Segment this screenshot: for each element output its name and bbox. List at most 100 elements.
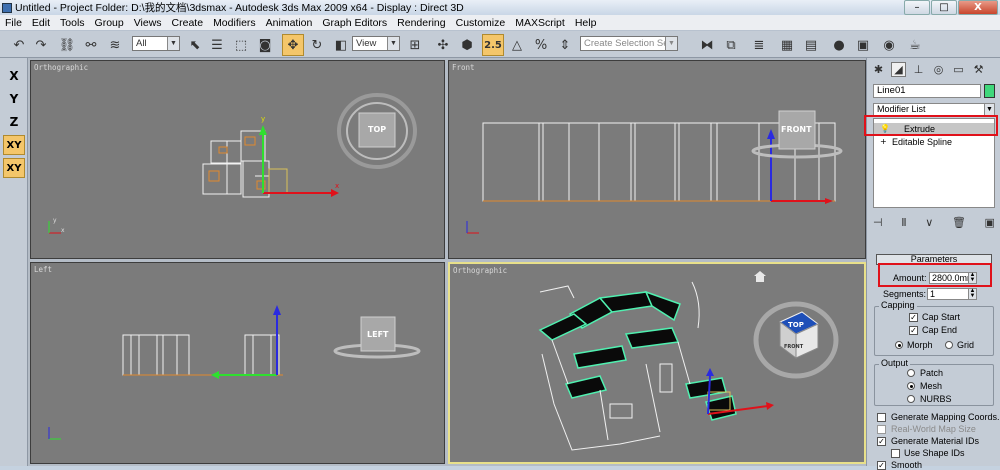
make-unique-icon[interactable]: ∨ [925,216,933,232]
motion-tab-icon[interactable]: ◎ [931,62,946,77]
schematic-view-icon[interactable]: ▤ [800,34,822,56]
keyboard-shortcut-icon[interactable]: ⬢ [456,34,478,56]
cap-start-checkbox[interactable]: ✓ [909,313,918,322]
bind-space-warp-icon[interactable]: ≋ [104,34,126,56]
patch-radio[interactable] [907,369,915,377]
curve-editor-icon[interactable]: ▦ [776,34,798,56]
rect-selection-icon[interactable]: ⬚ [230,34,252,56]
viewport-top-left[interactable]: Orthographic x y y x TOP [30,60,445,259]
title-bar: Untitled - Project Folder: D:\我的文档\3dsma… [0,0,1000,15]
axis-x-button[interactable]: X [3,66,25,86]
modify-tab-icon[interactable]: ◢ [891,62,906,77]
named-selection-set-input[interactable]: Create Selection Set ▼ [580,36,678,51]
axis-xy-flyout-button[interactable]: XY [3,158,25,178]
segments-spinner[interactable]: 1 ▲ ▼ [927,288,977,300]
gen-material-checkbox[interactable]: ✓ [877,437,886,446]
render-frame-icon[interactable]: ◉ [878,34,900,56]
percent-snap-icon[interactable]: % [530,34,552,56]
view-cube-top-label[interactable]: TOP [788,321,804,329]
align-icon[interactable]: ⧉ [720,34,742,56]
viewport-scene [48,305,421,440]
menu-rendering[interactable]: Rendering [392,17,450,29]
menu-views[interactable]: Views [129,17,167,29]
menu-create[interactable]: Create [167,17,209,29]
axis-y-button[interactable]: Y [3,89,25,109]
grid-radio[interactable] [945,341,953,349]
material-editor-icon[interactable]: ● [828,34,850,56]
window-crossing-icon[interactable]: ◙ [254,34,276,56]
nurbs-radio[interactable] [907,395,915,403]
menu-group[interactable]: Group [90,17,129,29]
view-cube-face-label[interactable]: FRONT [781,125,812,134]
select-manipulate-icon[interactable]: ✣ [432,34,454,56]
menu-maxscript[interactable]: MAXScript [510,17,570,29]
expand-plus-icon[interactable]: + [880,138,888,146]
view-cube-face-label[interactable]: TOP [368,125,386,134]
select-by-name-icon[interactable]: ☰ [206,34,228,56]
mirror-icon[interactable]: ⧓ [696,34,718,56]
reference-coord-dropdown[interactable]: View ▼ [352,36,400,51]
viewport-scene: x y y x [48,93,417,234]
close-button[interactable]: X [958,0,998,15]
gen-mapping-label: Generate Mapping Coords. [891,412,1000,422]
pin-stack-icon[interactable]: ⊣ [873,216,883,232]
viewport-area: Orthographic x y y x TOP Front FRONT Lef… [28,58,866,466]
show-end-result-icon[interactable]: Ⅱ [901,216,906,232]
viewport-scene [466,110,843,234]
remove-modifier-icon[interactable]: 🗑 [952,216,966,232]
view-cube-front-label[interactable]: FRONT [784,344,803,350]
cap-start-label: Cap Start [922,312,961,322]
pivot-center-icon[interactable]: ⊞ [404,34,426,56]
hierarchy-tab-icon[interactable]: ⊥ [911,62,926,77]
layer-manager-icon[interactable]: ≣ [748,34,770,56]
menu-edit[interactable]: Edit [27,17,55,29]
viewport-bottom-right[interactable]: Orthographic TOP FRONT [448,262,866,464]
menu-help[interactable]: Help [570,17,602,29]
render-setup-icon[interactable]: ▣ [852,34,874,56]
selection-filter-dropdown[interactable]: All ▼ [132,36,180,51]
create-tab-icon[interactable]: ✱ [871,62,886,77]
menu-customize[interactable]: Customize [451,17,511,29]
undo-icon[interactable]: ↶ [8,34,30,56]
menu-tools[interactable]: Tools [55,17,90,29]
move-icon[interactable]: ✥ [282,34,304,56]
use-shape-checkbox[interactable] [891,449,900,458]
display-tab-icon[interactable]: ▭ [951,62,966,77]
unlink-icon[interactable]: ⚯ [80,34,102,56]
stack-item-editable-spline[interactable]: + Editable Spline [874,136,994,148]
quick-render-icon[interactable]: ☕ [904,34,926,56]
maximize-button[interactable]: □ [931,0,957,15]
object-name-input[interactable]: Line01 [873,84,981,98]
object-color-swatch[interactable] [984,84,995,98]
configure-sets-icon[interactable]: ▣ [985,216,995,232]
viewport-scene [538,271,839,451]
morph-radio[interactable] [895,341,903,349]
rotate-icon[interactable]: ↻ [306,34,328,56]
snap-toggle-icon[interactable]: 2.5 [482,34,504,56]
menu-graph-editors[interactable]: Graph Editors [317,17,392,29]
spinner-snap-icon[interactable]: ⇕ [554,34,576,56]
menu-file[interactable]: File [0,17,27,29]
axis-xy-button[interactable]: XY [3,135,25,155]
gen-mapping-checkbox[interactable] [877,413,886,422]
view-cube-face-label[interactable]: LEFT [367,330,388,339]
app-icon[interactable] [2,2,12,13]
menu-animation[interactable]: Animation [261,17,318,29]
select-link-icon[interactable]: ⛓ [56,34,78,56]
redo-icon[interactable]: ↷ [30,34,52,56]
scale-icon[interactable]: ◧ [330,34,352,56]
highlight-box-amount [878,263,992,287]
select-object-icon[interactable]: ⬉ [184,34,206,56]
real-world-checkbox[interactable] [877,425,886,434]
svg-text:x: x [61,227,65,234]
cap-end-checkbox[interactable]: ✓ [909,326,918,335]
utilities-tab-icon[interactable]: ⚒ [971,62,986,77]
viewport-top-right[interactable]: Front FRONT [448,60,866,259]
angle-snap-icon[interactable]: △ [506,34,528,56]
menu-modifiers[interactable]: Modifiers [208,17,261,29]
minimize-button[interactable]: – [904,0,930,15]
viewport-bottom-left[interactable]: Left LEFT [30,262,445,464]
mesh-radio[interactable] [907,382,915,390]
axis-z-button[interactable]: Z [3,112,25,132]
main-toolbar: ↶ ↷ ⛓ ⚯ ≋ All ▼ ⬉ ☰ ⬚ ◙ ✥ ↻ ◧ View ▼ ⊞ ✣ ⬢… [0,31,1000,58]
